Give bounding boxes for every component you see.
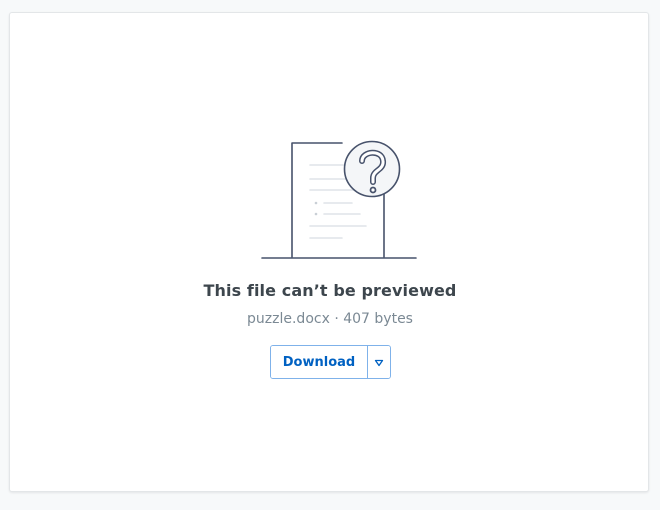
chevron-down-icon	[374, 355, 384, 370]
download-options-dropdown[interactable]	[368, 346, 390, 378]
preview-card: This file can’t be previewed puzzle.docx…	[9, 12, 649, 492]
download-button-group: Download	[270, 345, 391, 379]
preview-unavailable-title: This file can’t be previewed	[203, 281, 457, 300]
document-question-icon	[252, 127, 422, 277]
file-name: puzzle.docx	[247, 311, 330, 327]
meta-separator: ·	[329, 311, 344, 327]
file-meta: puzzle.docx · 407 bytes	[10, 311, 650, 327]
download-button[interactable]: Download	[271, 346, 367, 378]
file-size: 407 bytes	[343, 311, 413, 327]
